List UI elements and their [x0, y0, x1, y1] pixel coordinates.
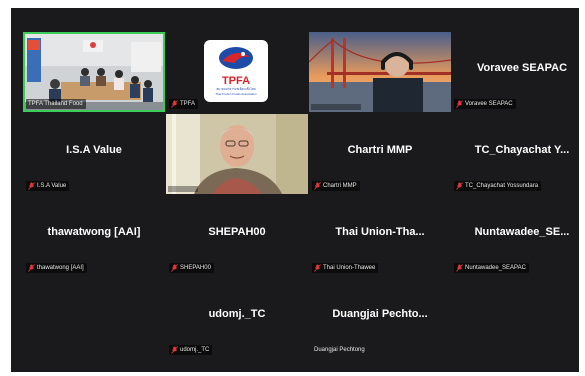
- participant-name: Duangjai Pechtong: [314, 347, 365, 353]
- participant-name-label: Nuntawadee_SEAPAC: [454, 263, 529, 273]
- participant-display-name: TC_Chayachat Y...: [474, 144, 570, 156]
- muted-mic-icon: [171, 100, 178, 108]
- participant-video: [309, 32, 451, 112]
- tpfa-logo-subtitle-en: Thai Frozen Foods Association: [215, 92, 257, 96]
- participant-name-label: I.S.A Value: [26, 181, 70, 191]
- participant-display-name: I.S.A Value: [66, 144, 122, 156]
- participant-name: Chartri MMP: [323, 183, 357, 189]
- participant-name-label: Voravee SEAPAC: [454, 99, 516, 109]
- participant-display-name: Nuntawadee_SE...: [474, 226, 570, 238]
- participant-name-label: Duangjai Pechtong: [312, 345, 368, 355]
- participant-tile-duangjai-pechtong[interactable]: Duangjai Pechto... Duangjai Pechtong: [309, 278, 451, 358]
- participant-display-name: udomj._TC: [208, 308, 266, 320]
- muted-mic-icon: [171, 264, 178, 272]
- participant-tile-tpfa-thailand-food[interactable]: TPFA Thailand Food: [23, 32, 165, 112]
- participant-display-name: thawatwong [AAI]: [47, 226, 141, 238]
- participant-display-name: Chartri MMP: [347, 144, 413, 156]
- participant-name-label: Thai Union-Thawee: [312, 263, 379, 273]
- muted-mic-icon: [314, 182, 321, 190]
- participant-tile-thai-union-thawee[interactable]: Thai Union-Tha... Thai Union-Thawee: [309, 196, 451, 276]
- participant-name-label: Chartri MMP: [312, 181, 360, 191]
- participant-display-name: Thai Union-Tha...: [335, 226, 425, 238]
- muted-mic-icon: [456, 100, 463, 108]
- participant-video: [166, 114, 308, 194]
- participant-tile-nuntawadee-seapac[interactable]: Nuntawadee_SE... Nuntawadee_SEAPAC: [451, 196, 579, 276]
- participant-name-label: SHEPAH00: [169, 263, 214, 273]
- participant-tile-chartri-mmp[interactable]: Chartri MMP Chartri MMP: [309, 114, 451, 194]
- participant-name: Voravee SEAPAC: [465, 101, 513, 107]
- participant-name-label: udomj._TC: [169, 345, 213, 355]
- muted-mic-icon: [456, 182, 463, 190]
- participant-name: SHEPAH00: [180, 265, 211, 271]
- tpfa-logo-text: TPFA: [221, 75, 251, 87]
- participant-name-label: TC_Chayachat Yossundara: [454, 181, 542, 191]
- participant-name-label: thawatwong [AAI]: [26, 263, 87, 273]
- participant-name: TC_Chayachat Yossundara: [465, 183, 539, 189]
- muted-mic-icon: [28, 264, 35, 272]
- participant-name-label: TPFA: [169, 99, 199, 109]
- participant-tile-voravee-seapac[interactable]: Voravee SEAPAC Voravee SEAPAC: [451, 32, 579, 112]
- participant-tile-tc-chayachat[interactable]: TC_Chayachat Y... TC_Chayachat Yossundar…: [451, 114, 579, 194]
- participant-name: TPFA: [180, 101, 196, 107]
- participant-tile-thawatwong-aai[interactable]: thawatwong [AAI] thawatwong [AAI]: [23, 196, 165, 276]
- tpfa-logo-mark: [219, 47, 253, 69]
- participant-tile-golden-gate-background[interactable]: [309, 32, 451, 112]
- participant-name: TPFA Thailand Food: [28, 101, 83, 107]
- participant-name: udomj._TC: [180, 347, 210, 353]
- muted-mic-icon: [28, 182, 35, 190]
- participant-name: Thai Union-Thawee: [323, 265, 376, 271]
- participant-display-name: Duangjai Pechto...: [332, 308, 428, 320]
- muted-mic-icon: [456, 264, 463, 272]
- participant-tile-tpfa[interactable]: TPFA สมาคมอาหารแช่เยือกแข็งไทย Thai Froz…: [166, 32, 308, 112]
- tpfa-logo: TPFA สมาคมอาหารแช่เยือกแข็งไทย Thai Froz…: [204, 40, 268, 102]
- muted-mic-icon: [171, 346, 178, 354]
- participant-tile-speaker-video[interactable]: [166, 114, 308, 194]
- participant-tile-udomj-tc[interactable]: udomj._TC udomj._TC: [166, 278, 308, 358]
- participant-tile-shepah00[interactable]: SHEPAH00 SHEPAH00: [166, 196, 308, 276]
- participant-display-name: SHEPAH00: [208, 226, 266, 238]
- muted-mic-icon: [314, 264, 321, 272]
- participant-name-label: TPFA Thailand Food: [26, 99, 86, 109]
- participant-name: Nuntawadee_SEAPAC: [465, 265, 526, 271]
- participant-name: I.S.A Value: [37, 183, 67, 189]
- participant-tile-isa-value[interactable]: I.S.A Value I.S.A Value: [23, 114, 165, 194]
- participant-name: thawatwong [AAI]: [37, 265, 84, 271]
- participant-display-name: Voravee SEAPAC: [476, 62, 568, 74]
- meeting-gallery-view: TPFA Thailand Food TPFA สมาคมอาหารแช่เยื…: [11, 8, 579, 372]
